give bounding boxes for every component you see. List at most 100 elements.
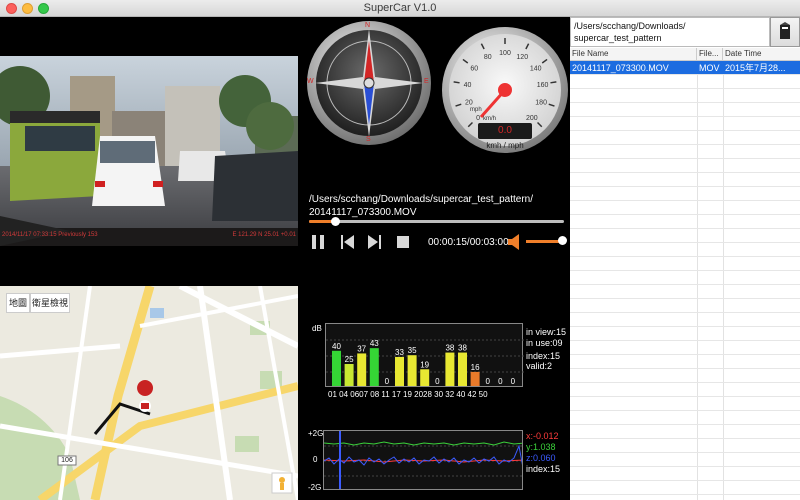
sat-bar-label: 33 <box>395 348 404 357</box>
sat-bar <box>407 355 417 386</box>
volume-icon[interactable] <box>506 233 524 251</box>
sat-bar-label: 40 <box>332 342 341 351</box>
video-overlay-left: 2014/11/17 07:33:15 Previously 153 <box>2 232 98 238</box>
acc-axis-bottom: -2G <box>308 483 322 492</box>
table-row <box>570 341 800 355</box>
sat-bar <box>470 371 480 386</box>
map-tab-map[interactable]: 地圖 <box>6 293 30 313</box>
table-row <box>570 89 800 103</box>
table-row <box>570 383 800 397</box>
table-row <box>570 285 800 299</box>
table-row <box>570 425 800 439</box>
speed-unit-kmh: km/h <box>483 116 497 122</box>
open-folder-button[interactable] <box>770 17 800 47</box>
table-row <box>570 187 800 201</box>
sat-bar-label: 43 <box>370 339 379 348</box>
speed-value: 0.0 <box>498 125 512 136</box>
volume-knob[interactable] <box>558 236 567 245</box>
compass-e: E <box>424 78 429 85</box>
seek-knob[interactable] <box>330 217 340 226</box>
table-row <box>570 481 800 495</box>
table-row <box>570 453 800 467</box>
sat-bar-label: 0 <box>385 377 390 386</box>
acc-x-value: x:-0.012 <box>526 431 559 441</box>
col-header-date[interactable]: Date Time <box>723 48 800 61</box>
speed-tick-label: 180 <box>535 100 547 107</box>
acc-index: index:15 <box>526 464 561 474</box>
speed-tick-label: 160 <box>537 82 549 89</box>
col-header-name[interactable]: File Name <box>570 48 697 61</box>
table-row <box>570 75 800 89</box>
app-window: SuperCar V1.0 2014/11/17 07:33:15 Previo… <box>0 0 800 500</box>
stop-icon[interactable] <box>394 233 412 251</box>
sat-bar-label: 0 <box>498 377 503 386</box>
table-row <box>570 369 800 383</box>
sat-bar-label: 0 <box>485 377 490 386</box>
sat-bar <box>357 353 367 386</box>
compass-s: S <box>366 136 371 143</box>
col-header-ext[interactable]: File... <box>697 48 723 61</box>
table-row <box>570 215 800 229</box>
satellite-bars: 40253743033 3519038 38160 0 0 <box>326 339 524 386</box>
table-row <box>570 313 800 327</box>
sat-valid: valid:2 <box>526 361 553 371</box>
map-tab-satellite[interactable]: 衛星檢視 <box>30 293 70 313</box>
table-row[interactable]: 20141117_073300.MOV MOV 2015年7月28... <box>570 61 800 75</box>
table-row <box>570 229 800 243</box>
video-path-line2: 20141117_073300.MOV <box>309 207 417 218</box>
sat-axis-labels: 01 04 0607 08 11 17 19 2028 30 32 40 42 … <box>328 390 488 399</box>
file-browser: /Users/scchang/Downloads/ supercar_test_… <box>570 17 800 500</box>
skip-forward-icon[interactable] <box>366 233 384 251</box>
sat-in-view: in view:15 <box>526 327 567 337</box>
file-date-cell: 2015年7月28... <box>725 63 786 73</box>
sat-bar-label: 19 <box>420 360 429 369</box>
table-row <box>570 131 800 145</box>
map-view[interactable]: 地圖 衛星檢視 106 <box>0 286 298 500</box>
seek-slider[interactable] <box>309 217 564 226</box>
folder-icon <box>780 22 790 39</box>
table-row <box>570 117 800 131</box>
skip-back-icon[interactable] <box>338 233 356 251</box>
table-row <box>570 467 800 481</box>
video-path-line1: /Users/scchang/Downloads/supercar_test_p… <box>309 194 534 205</box>
file-ext-cell: MOV <box>699 63 720 73</box>
folder-path-field[interactable]: /Users/scchang/Downloads/ supercar_test_… <box>570 17 770 47</box>
video-frame <box>0 56 298 246</box>
compass-w: W <box>307 78 314 85</box>
table-row <box>570 397 800 411</box>
title-bar: SuperCar V1.0 <box>0 0 800 17</box>
sat-bar <box>369 348 379 386</box>
table-row <box>570 299 800 313</box>
table-row <box>570 145 800 159</box>
sat-in-use: in use:09 <box>526 338 563 348</box>
sat-db-label: dB <box>312 324 322 333</box>
map-canvas <box>0 286 298 500</box>
file-name-cell: 20141117_073300.MOV <box>572 63 669 73</box>
playback-time: 00:00:15/00:03:00 <box>428 237 509 248</box>
speed-tick-label: 20 <box>465 100 473 107</box>
table-row <box>570 355 800 369</box>
table-row <box>570 271 800 285</box>
speed-tick-label: 140 <box>530 66 542 73</box>
sat-bar-label: 0 <box>511 377 516 386</box>
speed-tick-label: 80 <box>484 54 492 61</box>
table-row <box>570 159 800 173</box>
acc-y-value: y:1.038 <box>526 442 556 452</box>
satellite-chart: 40 25 37 43 0 33 35 19 0 38 38 16 0 0 0 <box>325 323 524 387</box>
video-view[interactable]: 2014/11/17 07:33:15 Previously 153 E 121… <box>0 56 298 246</box>
sat-bar-label: 38 <box>445 344 454 353</box>
table-row <box>570 411 800 425</box>
sat-bar-label: 0 <box>435 377 440 386</box>
speed-tick-label: 40 <box>464 82 472 89</box>
table-row <box>570 439 800 453</box>
pause-icon[interactable] <box>309 233 327 251</box>
sat-bar-label: 38 <box>458 344 467 353</box>
compass-gauge: N E S W <box>305 19 433 147</box>
sat-index: index:15 <box>526 351 561 361</box>
table-row <box>570 243 800 257</box>
sat-bar-label: 16 <box>471 363 480 372</box>
sat-bar <box>458 352 467 386</box>
sat-bar <box>445 352 455 386</box>
compass-icon <box>307 21 431 145</box>
sat-bar-label: 35 <box>408 346 417 355</box>
